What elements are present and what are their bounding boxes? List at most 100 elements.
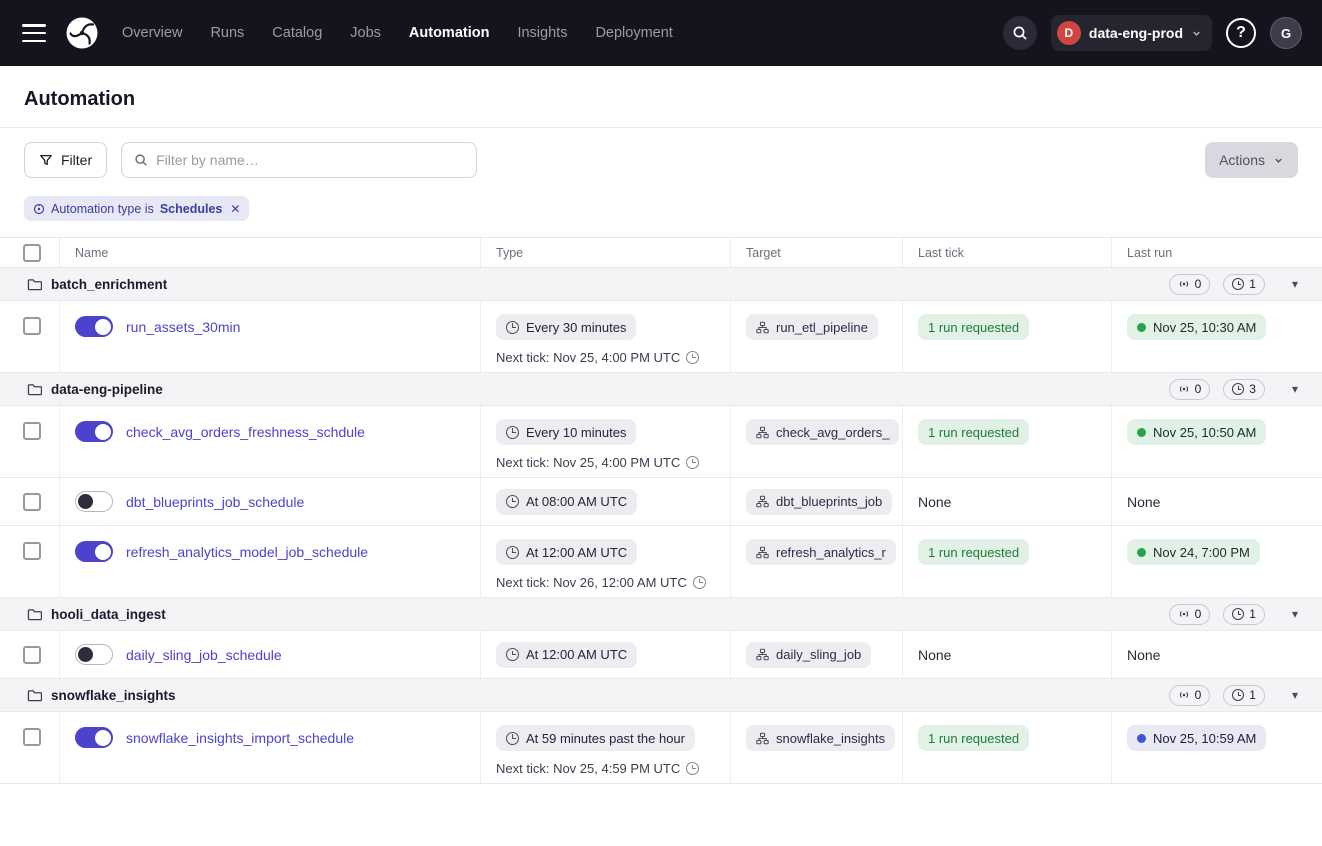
sensor-count-badge[interactable]: 0: [1168, 603, 1211, 625]
target-chip[interactable]: snowflake_insights: [746, 725, 896, 751]
hamburger-menu-icon[interactable]: [22, 24, 46, 42]
schedule-name-link[interactable]: daily_sling_job_schedule: [126, 647, 282, 663]
close-icon[interactable]: ✕: [230, 202, 240, 216]
group-row-batch-enrichment[interactable]: batch_enrichment 0 1 ▾: [0, 268, 1322, 301]
row-checkbox[interactable]: [23, 317, 41, 335]
dagster-logo-icon[interactable]: [64, 15, 100, 51]
job-icon: [756, 546, 769, 559]
target-chip[interactable]: refresh_analytics_r: [746, 539, 896, 565]
clock-icon: [506, 320, 519, 334]
schedule-name-link[interactable]: run_assets_30min: [126, 319, 240, 335]
help-button[interactable]: ?: [1226, 18, 1256, 48]
nav-item-deployment[interactable]: Deployment: [595, 25, 672, 41]
last-run-link[interactable]: Nov 25, 10:30 AM: [1127, 314, 1267, 340]
next-tick-text: Next tick: Nov 25, 4:00 PM UTC: [496, 455, 700, 470]
deployment-switcher[interactable]: D data-eng-prod: [1050, 15, 1212, 51]
group-row-snowflake-insights[interactable]: snowflake_insights 0 1 ▾: [0, 679, 1322, 712]
table-row-run-assets-30min: run_assets_30min Every 30 minutes Next t…: [0, 301, 1322, 373]
search-button[interactable]: [1002, 16, 1037, 50]
schedule-count-badge[interactable]: 1: [1223, 603, 1265, 625]
job-icon: [756, 648, 769, 661]
page-header: Automation: [0, 66, 1322, 128]
schedule-name-link[interactable]: refresh_analytics_model_job_schedule: [126, 544, 368, 560]
collapse-caret-icon[interactable]: ▾: [1292, 382, 1298, 396]
schedule-toggle[interactable]: [75, 541, 113, 562]
sensor-count: 0: [1194, 607, 1202, 621]
sensor-icon: [1178, 608, 1190, 620]
target-chip[interactable]: run_etl_pipeline: [746, 314, 878, 340]
nav-item-automation[interactable]: Automation: [409, 25, 490, 41]
group-row-hooli-data-ingest[interactable]: hooli_data_ingest 0 1 ▾: [0, 598, 1322, 631]
name-filter-input[interactable]: [156, 152, 465, 168]
collapse-caret-icon[interactable]: ▾: [1292, 277, 1298, 291]
collapse-caret-icon[interactable]: ▾: [1292, 607, 1298, 621]
clock-icon: [1232, 689, 1245, 701]
target-chip[interactable]: check_avg_orders_: [746, 419, 900, 445]
group-row-data-eng-pipeline[interactable]: data-eng-pipeline 0 3 ▾: [0, 373, 1322, 406]
sensor-count-badge[interactable]: 0: [1168, 273, 1211, 295]
nav-item-runs[interactable]: Runs: [210, 25, 244, 41]
filter-button-label: Filter: [61, 152, 93, 168]
schedule-toggle[interactable]: [75, 421, 113, 442]
sensor-icon: [1178, 383, 1190, 395]
group-name: snowflake_insights: [51, 687, 176, 703]
deployment-avatar: D: [1056, 21, 1081, 45]
last-tick-status: 1 run requested: [918, 539, 1030, 565]
nav-item-catalog[interactable]: Catalog: [272, 25, 322, 41]
clock-icon: [506, 545, 519, 559]
filter-chip-value: Schedules: [159, 201, 223, 216]
sensor-count-badge[interactable]: 0: [1168, 378, 1211, 400]
next-tick-text: Next tick: Nov 25, 4:00 PM UTC: [496, 350, 700, 365]
sensor-count: 0: [1194, 277, 1202, 291]
schedule-toggle[interactable]: [75, 727, 113, 748]
user-avatar[interactable]: G: [1270, 17, 1302, 49]
actions-button[interactable]: Actions: [1205, 142, 1298, 178]
schedule-count: 1: [1249, 688, 1256, 702]
run-status-dot: [1137, 322, 1146, 332]
table-row-snowflake-insights-import: snowflake_insights_import_schedule At 59…: [0, 712, 1322, 784]
schedule-interval-chip: At 08:00 AM UTC: [496, 488, 638, 515]
schedule-count-badge[interactable]: 3: [1223, 378, 1265, 400]
row-checkbox[interactable]: [23, 422, 41, 440]
schedule-name-link[interactable]: dbt_blueprints_job_schedule: [126, 494, 304, 510]
chevron-down-icon: [1273, 155, 1284, 166]
last-tick-status: 1 run requested: [918, 419, 1030, 445]
sensor-count-badge[interactable]: 0: [1168, 684, 1211, 706]
last-run-link[interactable]: Nov 25, 10:50 AM: [1127, 419, 1267, 445]
target-chip[interactable]: daily_sling_job: [746, 641, 872, 668]
nav-item-jobs[interactable]: Jobs: [350, 25, 381, 41]
schedule-toggle[interactable]: [75, 316, 113, 337]
folder-icon: [27, 608, 42, 621]
group-name: data-eng-pipeline: [51, 381, 163, 397]
last-run-link[interactable]: Nov 24, 7:00 PM: [1127, 539, 1260, 565]
collapse-caret-icon[interactable]: ▾: [1292, 688, 1298, 702]
clock-icon: [506, 648, 519, 661]
select-all-checkbox[interactable]: [23, 243, 41, 262]
row-checkbox[interactable]: [23, 728, 41, 746]
schedule-name-link[interactable]: snowflake_insights_import_schedule: [126, 730, 354, 746]
schedule-toggle[interactable]: [75, 644, 113, 665]
schedule-interval-chip: At 12:00 AM UTC: [496, 539, 638, 565]
job-icon: [756, 426, 769, 439]
target-chip[interactable]: dbt_blueprints_job: [746, 488, 893, 515]
clock-icon: [686, 351, 700, 364]
row-checkbox[interactable]: [23, 492, 41, 511]
schedule-name-link[interactable]: check_avg_orders_freshness_schdule: [126, 424, 365, 440]
filter-button[interactable]: Filter: [24, 142, 108, 178]
row-checkbox[interactable]: [23, 542, 41, 560]
last-run-link[interactable]: Nov 25, 10:59 AM: [1127, 725, 1267, 751]
automation-type-filter-chip[interactable]: Automation type is Schedules ✕: [24, 196, 250, 221]
nav-item-overview[interactable]: Overview: [122, 25, 182, 41]
schedule-toggle[interactable]: [75, 491, 113, 512]
table-row-check-avg-orders: check_avg_orders_freshness_schdule Every…: [0, 406, 1322, 478]
sensor-icon: [1178, 278, 1190, 290]
table-row-refresh-analytics: refresh_analytics_model_job_schedule At …: [0, 526, 1322, 598]
filter-chip-prefix: Automation type is: [51, 201, 154, 216]
schedule-count-badge[interactable]: 1: [1223, 684, 1265, 706]
row-checkbox[interactable]: [23, 645, 41, 664]
toolbar: Filter Actions: [0, 128, 1322, 192]
folder-icon: [27, 278, 42, 291]
last-tick-status: 1 run requested: [918, 314, 1030, 340]
nav-item-insights[interactable]: Insights: [517, 25, 567, 41]
schedule-count-badge[interactable]: 1: [1223, 273, 1265, 295]
